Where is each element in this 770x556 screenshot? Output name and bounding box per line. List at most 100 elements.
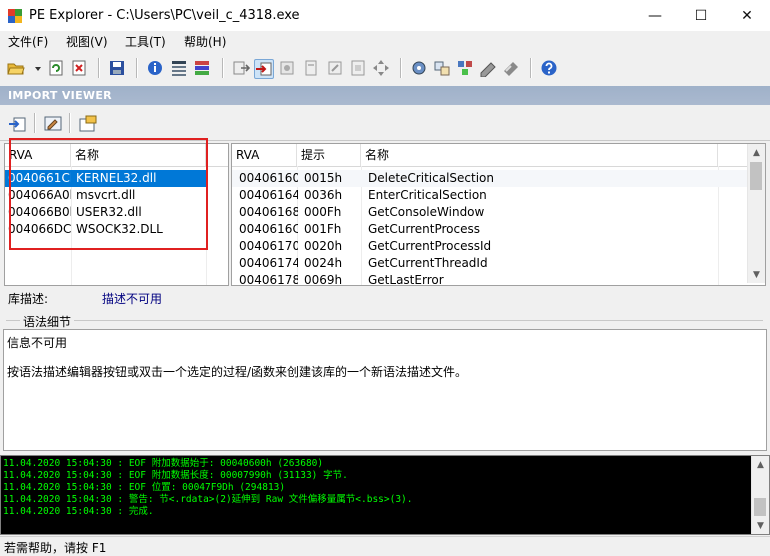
row-hint: 0069h — [304, 273, 343, 286]
menu-file[interactable]: 文件(F) — [8, 33, 48, 50]
table-row[interactable]: 004066B0h USER32.dll — [5, 204, 206, 221]
disassembler-icon[interactable] — [410, 59, 428, 77]
row-hint: 0015h — [304, 171, 343, 185]
resources-icon[interactable] — [278, 59, 296, 77]
unpacker-icon[interactable] — [502, 59, 520, 77]
table-row[interactable]: 00406174h 0024h GetCurrentThreadId — [232, 255, 748, 272]
function-list-scrollbar[interactable]: ▲ ▼ — [747, 144, 765, 283]
row-rva: 004066DCh — [8, 222, 71, 236]
library-description-label: 库描述: — [8, 292, 49, 306]
window-title: PE Explorer - C:\Users\PC\veil_c_4318.ex… — [29, 8, 300, 23]
scroll-thumb[interactable] — [754, 498, 766, 516]
row-name: KERNEL32.dll — [76, 171, 157, 185]
dependency-scanner-icon[interactable] — [456, 59, 474, 77]
row-rva: 0040661Ch — [8, 171, 71, 185]
dependencies-icon[interactable] — [326, 59, 344, 77]
log-output: 11.04.2020 15:04:30 : EOF 附加数据始于: 000406… — [0, 455, 770, 535]
column-header-rva[interactable]: RVA — [5, 144, 71, 166]
imports-icon[interactable] — [254, 59, 274, 79]
scroll-up-icon[interactable]: ▲ — [752, 456, 769, 473]
row-hint: 001Fh — [304, 222, 342, 236]
row-name: WSOCK32.DLL — [76, 222, 163, 236]
row-name: USER32.dll — [76, 205, 142, 219]
column-header-name[interactable]: 名称 — [71, 144, 206, 166]
row-name: GetCurrentProcess — [368, 222, 480, 236]
dll-list-table: RVA 名称 0040661Ch KERNEL32.dll 004066A0h … — [4, 143, 229, 286]
column-header-name[interactable]: 名称 — [361, 144, 718, 166]
log-line: 11.04.2020 15:04:30 : 警告: 节<.rdata>(2)延伸… — [3, 494, 413, 505]
navigate-icon[interactable] — [372, 59, 390, 77]
column-header-hint[interactable]: 提示 — [297, 144, 361, 166]
open-folder-icon[interactable] — [7, 59, 25, 77]
scroll-down-icon[interactable]: ▼ — [752, 517, 769, 534]
section-editor-icon[interactable] — [479, 59, 497, 78]
main-toolbar — [0, 52, 770, 84]
menu-tools[interactable]: 工具(T) — [125, 33, 166, 50]
table-row[interactable]: 00406160h 0015h DeleteCriticalSection — [232, 170, 748, 187]
syntax-editor-icon[interactable] — [43, 114, 63, 134]
syntax-hint-text: 按语法描述编辑器按钮或双击一个选定的过程/函数来创建该库的一个新语法描述文件。 — [7, 365, 468, 379]
function-list-table: RVA 提示 名称 00406160h 0015h DeleteCritical… — [231, 143, 766, 286]
row-name: GetCurrentThreadId — [368, 256, 488, 270]
table-row[interactable]: 00406178h 0069h GetLastError — [232, 272, 748, 286]
info-icon[interactable] — [146, 59, 164, 77]
status-text: 若需帮助，请按 F1 — [4, 541, 107, 555]
exports-icon[interactable] — [232, 59, 251, 77]
syntax-info-text: 信息不可用 — [7, 336, 68, 350]
row-name: EnterCriticalSection — [368, 188, 487, 202]
table-row[interactable]: 0040661Ch KERNEL32.dll — [5, 170, 206, 187]
row-name: msvcrt.dll — [76, 188, 136, 202]
menu-bar: 文件(F) 视图(V) 工具(T) 帮助(H) — [0, 31, 770, 51]
syntax-group-divider — [6, 320, 763, 321]
column-header-rva[interactable]: RVA — [232, 144, 297, 166]
row-name: DeleteCriticalSection — [368, 171, 494, 185]
menu-help[interactable]: 帮助(H) — [184, 33, 226, 50]
app-icon — [7, 8, 23, 24]
import-viewer-toolbar — [0, 106, 770, 141]
minimize-button[interactable]: — — [632, 0, 678, 31]
properties-icon[interactable] — [78, 114, 98, 134]
dropdown-arrow-icon[interactable] — [29, 59, 41, 77]
scroll-up-icon[interactable]: ▲ — [748, 144, 765, 161]
row-rva: 004066A0h — [8, 188, 71, 202]
maximize-button[interactable]: ☐ — [678, 0, 724, 31]
headers-icon[interactable] — [170, 59, 188, 77]
status-bar: 若需帮助，请按 F1 — [0, 536, 770, 555]
close-button[interactable]: ✕ — [724, 0, 770, 31]
table-row[interactable]: 00406168h 000Fh GetConsoleWindow — [232, 204, 748, 221]
import-list-icon[interactable] — [8, 114, 28, 134]
syntax-details-box: 信息不可用 按语法描述编辑器按钮或双击一个选定的过程/函数来创建该库的一个新语法… — [3, 329, 767, 451]
close-file-icon[interactable] — [70, 59, 88, 77]
row-rva: 00406168h — [239, 205, 298, 219]
log-line: 11.04.2020 15:04:30 : EOF 位置: 00047F9Dh … — [3, 482, 286, 493]
scroll-thumb[interactable] — [750, 162, 762, 190]
help-icon[interactable] — [540, 59, 558, 77]
resource-editor-icon[interactable] — [433, 59, 451, 77]
row-rva: 0040616Ch — [239, 222, 298, 236]
relocations-icon[interactable] — [349, 59, 367, 77]
row-hint: 0036h — [304, 188, 343, 202]
save-icon[interactable] — [108, 59, 126, 77]
table-row[interactable]: 0040616Ch 001Fh GetCurrentProcess — [232, 221, 748, 238]
table-row[interactable]: 00406164h 0036h EnterCriticalSection — [232, 187, 748, 204]
table-row[interactable]: 004066DCh WSOCK32.DLL — [5, 221, 206, 238]
sections-icon[interactable] — [193, 59, 211, 77]
row-rva: 00406178h — [239, 273, 298, 286]
title-bar: PE Explorer - C:\Users\PC\veil_c_4318.ex… — [0, 0, 770, 32]
table-row[interactable]: 004066A0h msvcrt.dll — [5, 187, 206, 204]
syntax-group-legend: 语法细节 — [20, 313, 75, 330]
table-row[interactable]: 00406170h 0020h GetCurrentProcessId — [232, 238, 748, 255]
row-rva: 00406174h — [239, 256, 298, 270]
row-hint: 000Fh — [304, 205, 342, 219]
reload-icon[interactable] — [47, 59, 65, 77]
log-line: 11.04.2020 15:04:30 : 完成. — [3, 506, 154, 517]
log-line: 11.04.2020 15:04:30 : EOF 附加数据长度: 000079… — [3, 470, 348, 481]
scroll-down-icon[interactable]: ▼ — [748, 266, 765, 283]
row-rva: 004066B0h — [8, 205, 71, 219]
menu-view[interactable]: 视图(V) — [66, 33, 108, 50]
row-name: GetLastError — [368, 273, 444, 286]
row-rva: 00406164h — [239, 188, 298, 202]
log-scrollbar[interactable]: ▲ ▼ — [751, 456, 769, 534]
debug-icon[interactable] — [302, 59, 320, 77]
row-rva: 00406160h — [239, 171, 298, 185]
